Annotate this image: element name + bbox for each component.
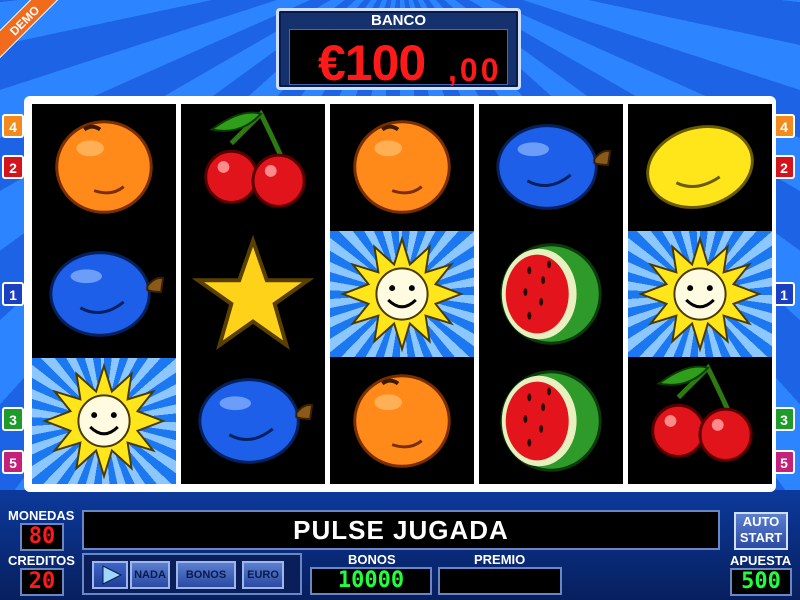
euro-button[interactable]: EURO [242, 561, 284, 589]
premio-label: PREMIO [474, 552, 526, 567]
premio-value [438, 567, 562, 595]
line-marker-left-5: 5 [2, 450, 24, 474]
reel-5 [628, 104, 772, 484]
nada-button[interactable]: NADA [130, 561, 170, 589]
apuesta-value: 500 [730, 568, 792, 596]
plum-icon [198, 378, 314, 464]
reel-4 [479, 104, 623, 484]
star-symbol [181, 231, 325, 357]
watermelon-icon [500, 243, 602, 345]
cherries-icon [651, 363, 753, 462]
bonos-value: 10000 [310, 567, 432, 595]
watermelon-symbol [479, 358, 623, 484]
bank-display: BANCO €100 ,00 [276, 8, 521, 91]
orange-icon [353, 374, 451, 468]
line-marker-left-2: 2 [2, 155, 24, 179]
button-bar: NADA BONOS EURO [82, 553, 302, 595]
sun-icon [340, 235, 464, 353]
lemon-icon [646, 125, 754, 209]
creditos-label: CREDITOS [8, 553, 75, 568]
monedas-value: 80 [20, 523, 64, 551]
orange-symbol [32, 104, 176, 230]
play-icon [102, 565, 123, 585]
sun-symbol [628, 231, 772, 357]
bonos-label: BONOS [348, 552, 396, 567]
line-marker-right-2: 2 [773, 155, 795, 179]
star-icon [191, 234, 315, 351]
apuesta-label: APUESTA [730, 553, 792, 568]
reel-3 [330, 104, 474, 484]
watermelon-symbol [479, 231, 623, 357]
plum-icon [49, 251, 165, 337]
reels-frame [24, 96, 776, 492]
plum-symbol [181, 358, 325, 484]
line-marker-right-4: 4 [773, 114, 795, 138]
bank-screen: €100 ,00 [289, 29, 508, 91]
cherries-symbol [181, 104, 325, 230]
plum-symbol [32, 231, 176, 357]
line-marker-left-3: 3 [2, 407, 24, 431]
bonos-button[interactable]: BONOS [176, 561, 236, 589]
orange-icon [353, 120, 451, 214]
sun-icon [638, 235, 762, 353]
orange-symbol [330, 358, 474, 484]
sun-icon [42, 362, 166, 480]
line-marker-right-1: 1 [773, 282, 795, 306]
bank-amount: €100 [318, 35, 426, 91]
status-message: PULSE JUGADA [82, 510, 720, 550]
autostart-line1: AUTO [742, 514, 780, 529]
plum-symbol [479, 104, 623, 230]
line-marker-right-5: 5 [773, 450, 795, 474]
sun-symbol [32, 358, 176, 484]
line-marker-left-4: 4 [2, 114, 24, 138]
sun-symbol [330, 231, 474, 357]
autostart-line2: START [739, 530, 783, 545]
cherries-icon [204, 109, 306, 208]
plum-icon [496, 124, 612, 210]
bank-label: BANCO [371, 12, 426, 29]
orange-icon [55, 120, 153, 214]
line-marker-left-1: 1 [2, 282, 24, 306]
bank-cents: ,00 [448, 52, 502, 88]
watermelon-icon [500, 370, 602, 472]
orange-symbol [330, 104, 474, 230]
autostart-button[interactable]: AUTO START [734, 512, 788, 550]
cherries-symbol [628, 358, 772, 484]
line-marker-right-3: 3 [773, 407, 795, 431]
reel-2 [181, 104, 325, 484]
creditos-value: 20 [20, 568, 64, 596]
monedas-label: MONEDAS [8, 508, 75, 523]
lemon-symbol [628, 104, 772, 230]
reel-1 [32, 104, 176, 484]
play-button[interactable] [92, 561, 128, 589]
